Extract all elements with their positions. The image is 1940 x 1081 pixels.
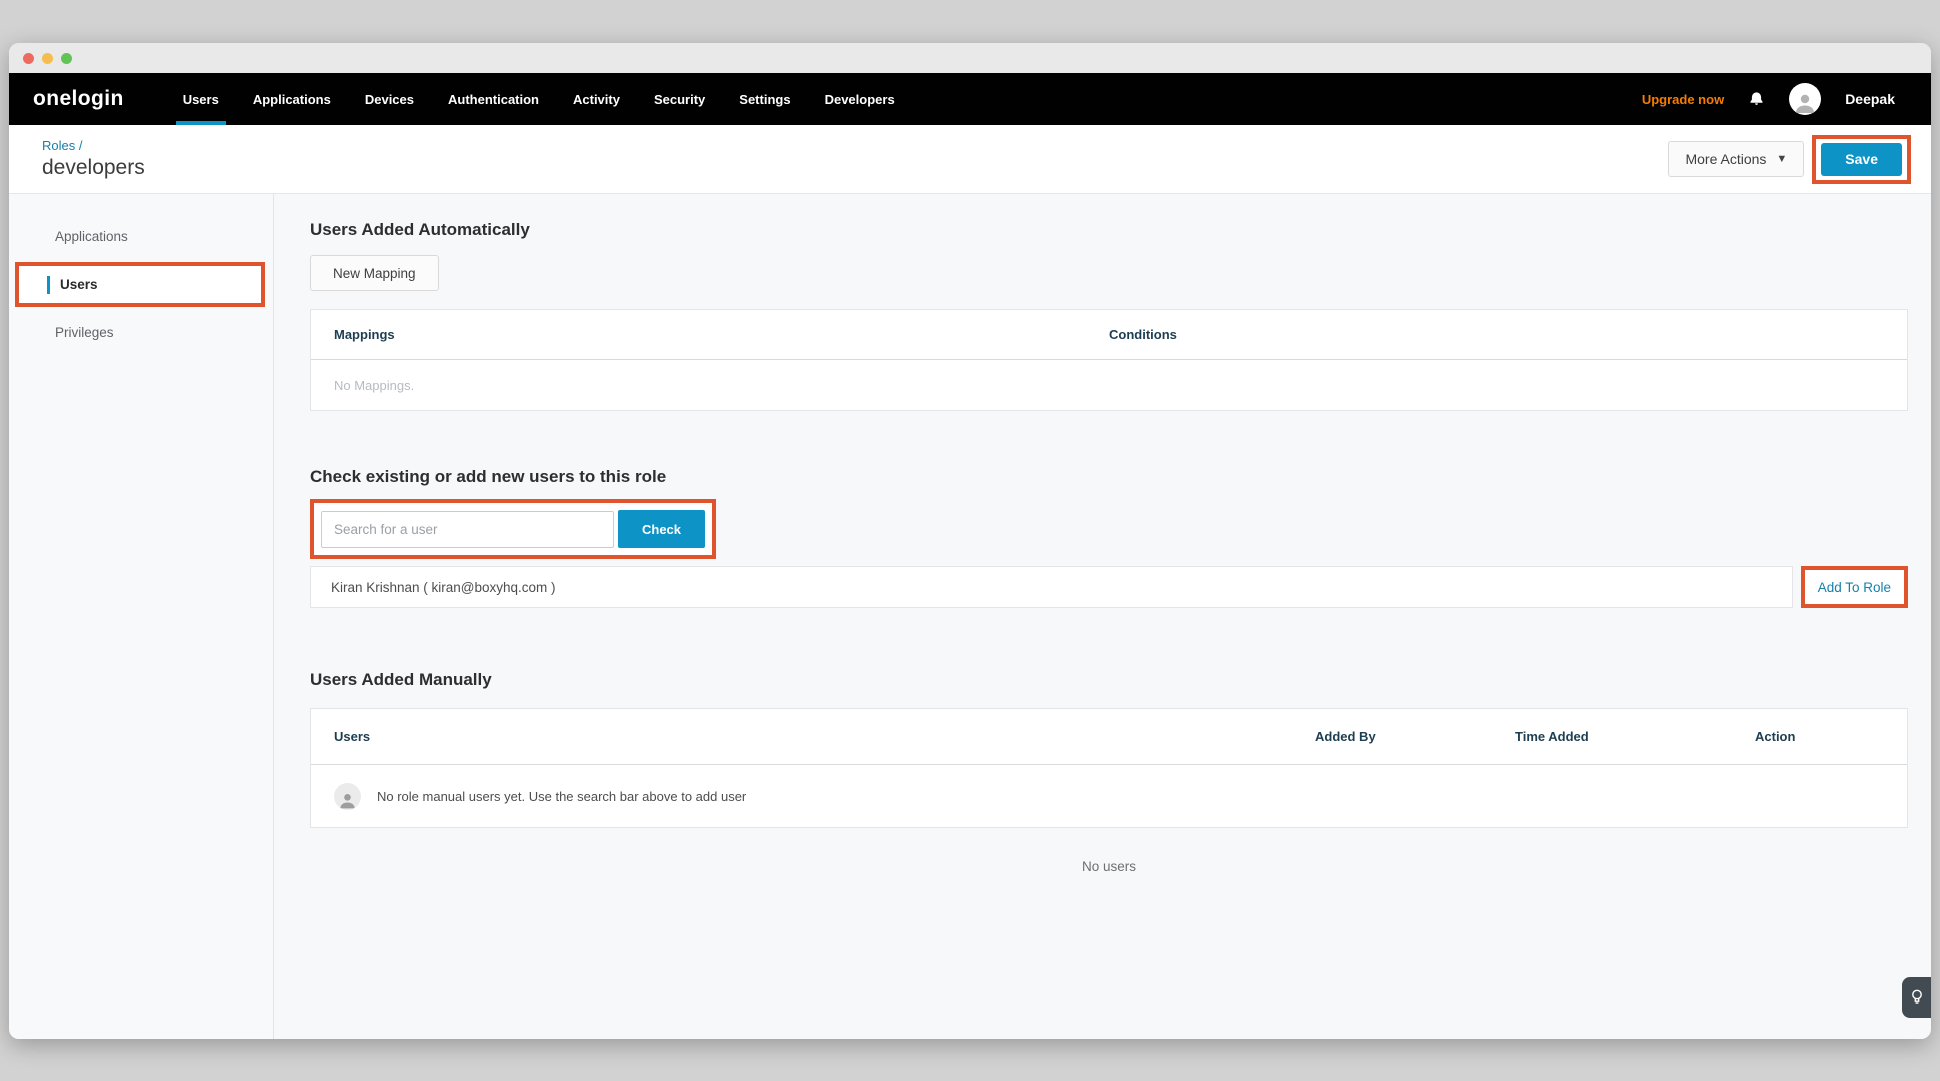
add-to-role-link[interactable]: Add To Role xyxy=(1818,580,1891,595)
nav-tab-users[interactable]: Users xyxy=(166,73,236,125)
mappings-table: Mappings Conditions No Mappings. xyxy=(310,309,1908,411)
onelogin-logo: onelogin xyxy=(33,73,124,125)
lightbulb-icon xyxy=(1911,989,1923,1006)
user-result-text: Kiran Krishnan ( kiran@boxyhq.com ) xyxy=(331,580,556,595)
main-content: Users Added Automatically New Mapping Ma… xyxy=(274,194,1931,1039)
nav-tab-developers[interactable]: Developers xyxy=(808,73,912,125)
no-users-text: No users xyxy=(310,859,1908,874)
app-window: onelogin Users Applications Devices Auth… xyxy=(9,43,1931,1039)
username-label[interactable]: Deepak xyxy=(1845,91,1895,107)
save-annotation-box: Save xyxy=(1812,135,1911,184)
upgrade-now-link[interactable]: Upgrade now xyxy=(1642,92,1724,107)
search-result-line: Kiran Krishnan ( kiran@boxyhq.com ) Add … xyxy=(310,566,1908,608)
search-user-input[interactable] xyxy=(321,511,614,548)
column-header-users: Users xyxy=(334,729,1315,744)
mappings-empty-row: No Mappings. xyxy=(311,360,1907,410)
sidebar-item-users[interactable]: Users xyxy=(60,277,98,292)
check-button[interactable]: Check xyxy=(618,510,705,548)
help-lightbulb-tab[interactable] xyxy=(1902,977,1931,1018)
column-header-time-added: Time Added xyxy=(1515,729,1755,744)
page-header: Roles / developers More Actions ▼ Save xyxy=(9,125,1931,194)
column-header-mappings: Mappings xyxy=(334,327,1109,342)
notification-bell-icon[interactable] xyxy=(1748,90,1765,109)
top-navbar: onelogin Users Applications Devices Auth… xyxy=(9,73,1931,125)
placeholder-avatar-icon xyxy=(334,783,361,810)
content-layout: Applications Users Privileges Users Adde… xyxy=(9,194,1931,1039)
nav-items: Users Applications Devices Authenticatio… xyxy=(166,73,912,125)
manual-section-heading: Users Added Manually xyxy=(310,670,1908,690)
nav-tab-devices[interactable]: Devices xyxy=(348,73,431,125)
navbar-right: Upgrade now Deepak xyxy=(1642,73,1895,125)
column-header-action: Action xyxy=(1755,729,1907,744)
more-actions-button[interactable]: More Actions ▼ xyxy=(1668,141,1804,177)
window-titlebar xyxy=(9,43,1931,73)
maximize-window-button[interactable] xyxy=(61,53,72,64)
sidebar-item-applications[interactable]: Applications xyxy=(9,218,273,255)
no-manual-users-text: No role manual users yet. Use the search… xyxy=(377,789,746,804)
header-actions: More Actions ▼ Save xyxy=(1668,135,1911,184)
add-to-role-annotation-box: Add To Role xyxy=(1801,566,1908,608)
nav-tab-security[interactable]: Security xyxy=(637,73,722,125)
mappings-table-header: Mappings Conditions xyxy=(311,310,1907,360)
close-window-button[interactable] xyxy=(23,53,34,64)
search-annotation-box: Check xyxy=(310,499,716,559)
nav-tab-activity[interactable]: Activity xyxy=(556,73,637,125)
active-indicator-bar xyxy=(47,276,50,294)
column-header-conditions: Conditions xyxy=(1109,327,1884,342)
user-result-row: Kiran Krishnan ( kiran@boxyhq.com ) xyxy=(310,566,1793,608)
page-title: developers xyxy=(42,156,145,180)
users-annotation-box: Users xyxy=(15,262,265,307)
manual-users-table-header: Users Added By Time Added Action xyxy=(311,709,1907,765)
sidebar: Applications Users Privileges xyxy=(9,194,274,1039)
auto-section-heading: Users Added Automatically xyxy=(310,220,1908,240)
more-actions-label: More Actions xyxy=(1685,151,1766,167)
user-avatar[interactable] xyxy=(1789,83,1821,115)
check-section-heading: Check existing or add new users to this … xyxy=(310,467,1908,487)
new-mapping-button[interactable]: New Mapping xyxy=(310,255,439,291)
minimize-window-button[interactable] xyxy=(42,53,53,64)
no-mappings-text: No Mappings. xyxy=(334,378,414,393)
sidebar-item-privileges[interactable]: Privileges xyxy=(9,314,273,351)
nav-tab-applications[interactable]: Applications xyxy=(236,73,348,125)
chevron-down-icon: ▼ xyxy=(1776,153,1787,165)
save-button[interactable]: Save xyxy=(1821,143,1902,176)
column-header-added-by: Added By xyxy=(1315,729,1515,744)
nav-tab-settings[interactable]: Settings xyxy=(722,73,807,125)
manual-users-empty-row: No role manual users yet. Use the search… xyxy=(311,765,1907,827)
breadcrumb[interactable]: Roles / xyxy=(42,138,145,153)
page-title-block: Roles / developers xyxy=(42,138,145,180)
nav-tab-authentication[interactable]: Authentication xyxy=(431,73,556,125)
manual-users-table: Users Added By Time Added Action No role… xyxy=(310,708,1908,828)
